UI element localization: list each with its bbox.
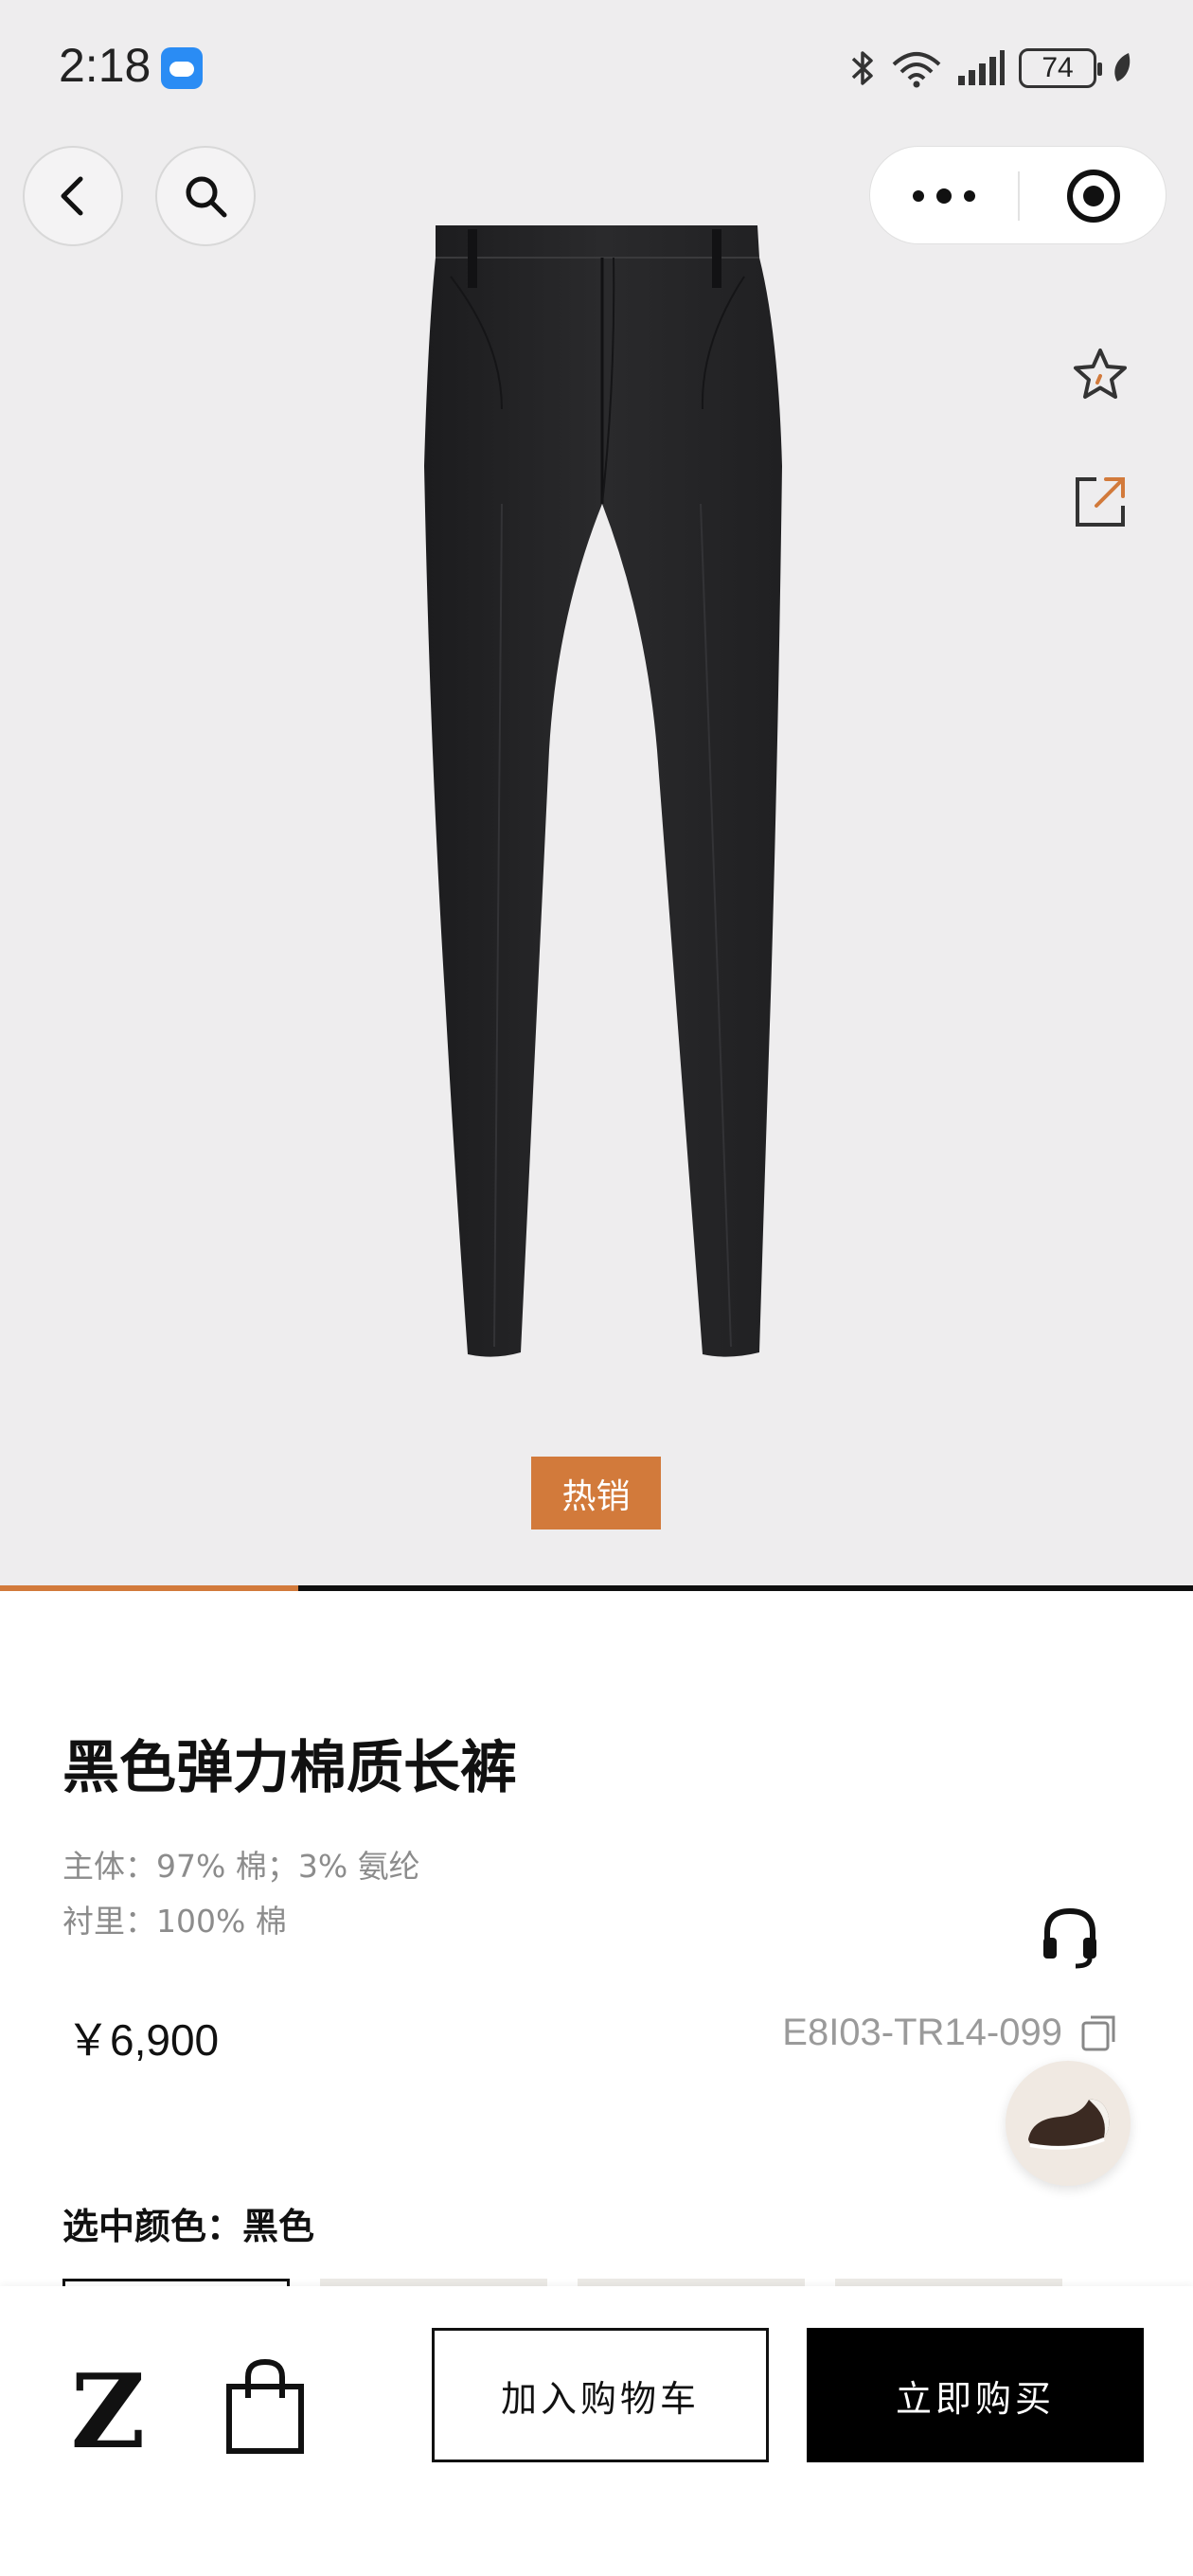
- chevron-left-icon: [61, 176, 83, 216]
- weather-app-icon: [161, 47, 203, 89]
- target-close-icon: [1067, 170, 1120, 223]
- customer-service-button[interactable]: [1034, 1898, 1106, 1977]
- mini-program-capsule: [869, 146, 1166, 244]
- battery-level: 74: [1042, 52, 1074, 83]
- buy-now-button[interactable]: 立即购买: [807, 2328, 1144, 2462]
- leaf-icon: [1114, 53, 1131, 81]
- copy-icon: [1081, 2015, 1115, 2051]
- gallery-progress-bar: [0, 1585, 1193, 1591]
- bottom-action-bar: Z 加入购物车 立即购买: [0, 2286, 1193, 2576]
- product-title: 黑色弹力棉质长裤: [62, 1735, 517, 1801]
- status-icons: 74: [848, 45, 1134, 91]
- brand-logo[interactable]: Z: [68, 2361, 148, 2463]
- wifi-icon: [892, 52, 941, 88]
- signal-icon: [958, 50, 1005, 85]
- hot-sale-badge: 热销: [531, 1457, 661, 1530]
- add-to-cart-button[interactable]: 加入购物车: [432, 2328, 769, 2462]
- copy-sku-button[interactable]: [1077, 2013, 1119, 2055]
- product-price: ￥6,900: [66, 2015, 220, 2065]
- share-button[interactable]: [1062, 464, 1138, 540]
- gallery-progress-fill: [0, 1585, 298, 1591]
- status-time: 2:18: [59, 39, 151, 92]
- close-button[interactable]: [1020, 147, 1167, 245]
- share-icon: [1076, 477, 1125, 527]
- product-image: [424, 225, 782, 1357]
- material-main: 主体：97% 棉；3% 氨纶: [62, 1848, 420, 1885]
- shoe-icon: [1028, 2099, 1110, 2150]
- product-sku: E8I03-TR14-099: [782, 2012, 1062, 2053]
- search-icon: [186, 176, 227, 218]
- headset-icon: [1043, 1907, 1096, 1969]
- search-button[interactable]: [155, 146, 256, 246]
- star-icon: [1074, 349, 1127, 399]
- more-button[interactable]: [870, 147, 1018, 245]
- more-dots-icon: [913, 188, 975, 204]
- back-button[interactable]: [23, 146, 123, 246]
- selected-color-label: 选中颜色：黑色: [62, 2206, 315, 2247]
- favorite-button[interactable]: [1062, 337, 1138, 413]
- battery-icon: 74: [1019, 48, 1102, 88]
- recommended-product-thumbnail[interactable]: [1006, 2061, 1131, 2186]
- shopping-bag-icon: [226, 2358, 304, 2454]
- status-bar: 2:18 74: [0, 0, 1193, 133]
- material-lining: 衬里：100% 棉: [62, 1903, 287, 1940]
- product-gallery[interactable]: 2:18 74 热销: [0, 0, 1193, 1591]
- bluetooth-icon: [851, 51, 873, 85]
- shopping-bag-button[interactable]: [223, 2356, 307, 2457]
